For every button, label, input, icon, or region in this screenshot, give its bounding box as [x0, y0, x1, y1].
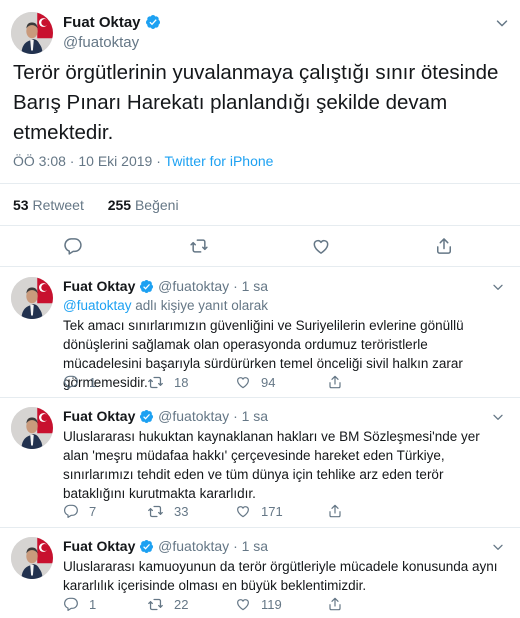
like-button[interactable]: 171: [235, 503, 283, 519]
share-icon: [327, 596, 343, 612]
like-button[interactable]: 119: [235, 596, 282, 612]
reply-button[interactable]: 7: [63, 503, 96, 519]
reply-actions: 1 22 119: [63, 596, 483, 614]
chevron-down-icon[interactable]: [493, 14, 511, 32]
divider: [0, 397, 520, 398]
chevron-down-icon[interactable]: [490, 539, 506, 555]
retweet-count: 53: [13, 197, 29, 213]
chevron-down-icon[interactable]: [490, 409, 506, 425]
author-block: Fuat Oktay @fuatoktay: [63, 14, 161, 51]
divider: [0, 266, 520, 267]
reply-author-handle[interactable]: @fuatoktay: [158, 408, 229, 424]
tweet-source[interactable]: Twitter for iPhone: [165, 153, 274, 169]
verified-icon: [139, 409, 154, 424]
divider: [0, 527, 520, 528]
retweet-count: 33: [174, 504, 189, 519]
verified-icon: [139, 539, 154, 554]
retweet-stat[interactable]: 53 Retweet: [13, 197, 84, 213]
author-handle[interactable]: @fuatoktay: [63, 34, 161, 51]
like-count: 119: [261, 596, 282, 612]
chevron-down-icon[interactable]: [490, 279, 506, 295]
share-button[interactable]: [327, 503, 343, 519]
retweet-icon: [147, 596, 164, 613]
reply-header: Fuat Oktay @fuatoktay · 1 sa: [63, 278, 268, 294]
avatar[interactable]: [11, 537, 53, 579]
replying-suffix: adlı kişiye yanıt olarak: [131, 298, 269, 313]
reply-age[interactable]: · 1 sa: [233, 538, 268, 554]
share-icon: [327, 503, 343, 519]
retweet-button[interactable]: 18: [147, 374, 188, 391]
reply-tweet[interactable]: Fuat Oktay @fuatoktay · 1 sa Uluslararas…: [0, 407, 520, 527]
replying-to: @fuatoktay adlı kişiye yanıt olarak: [63, 298, 268, 313]
reply-age[interactable]: · 1 sa: [233, 278, 268, 294]
avatar[interactable]: [11, 407, 53, 449]
like-count: 255: [107, 197, 132, 213]
avatar[interactable]: [11, 277, 53, 319]
tweet-meta: ÖÖ 3:08 · 10 Eki 2019 · Twitter for iPho…: [13, 153, 273, 169]
reply-text: Uluslararası hukuktan kaynaklanan haklar…: [63, 429, 480, 501]
retweet-label: Retweet: [32, 197, 84, 213]
share-icon[interactable]: [434, 236, 454, 256]
reply-count: 7: [89, 503, 97, 519]
reply-count: 1: [89, 374, 97, 390]
reply-count: 1: [89, 596, 97, 612]
reply-header: Fuat Oktay @fuatoktay · 1 sa: [63, 538, 268, 554]
tweet-text: Terör örgütlerinin yuvalanmaya çalıştığı…: [13, 61, 499, 144]
share-button[interactable]: [327, 596, 343, 612]
share-button[interactable]: [327, 374, 343, 390]
divider: [0, 183, 520, 184]
reply-button[interactable]: 1: [63, 596, 96, 612]
retweet-icon[interactable]: [189, 236, 209, 256]
reply-header: Fuat Oktay @fuatoktay · 1 sa: [63, 408, 268, 424]
reply-author-handle[interactable]: @fuatoktay: [158, 538, 229, 554]
reply-text: Uluslararası kamuoyunun da terör örgütle…: [63, 559, 498, 593]
retweet-count: 22: [174, 597, 189, 612]
reply-age[interactable]: · 1 sa: [233, 408, 268, 424]
divider: [0, 225, 520, 226]
replying-mention[interactable]: @fuatoktay: [63, 298, 132, 313]
reply-author-name[interactable]: Fuat Oktay: [63, 278, 135, 294]
verified-icon: [145, 14, 161, 30]
tweet-timestamp[interactable]: ÖÖ 3:08 · 10 Eki 2019 ·: [13, 153, 165, 169]
like-icon[interactable]: [311, 236, 331, 256]
author-name[interactable]: Fuat Oktay: [63, 14, 141, 31]
retweet-button[interactable]: 22: [147, 596, 188, 613]
like-count: 94: [261, 374, 276, 390]
reply-icon[interactable]: [63, 236, 83, 256]
like-label: Beğeni: [134, 197, 179, 213]
reply-tweet[interactable]: Fuat Oktay @fuatoktay · 1 sa Uluslararas…: [0, 537, 520, 618]
share-icon: [327, 374, 343, 390]
retweet-count: 18: [174, 375, 189, 390]
reply-actions: 7 33 171: [63, 503, 483, 521]
reply-tweet[interactable]: Fuat Oktay @fuatoktay · 1 sa @fuatoktay …: [0, 277, 520, 397]
like-count: 171: [261, 503, 283, 519]
reply-author-name[interactable]: Fuat Oktay: [63, 538, 135, 554]
retweet-icon: [147, 503, 164, 520]
reply-icon: [63, 374, 79, 390]
like-icon: [235, 374, 251, 390]
like-icon: [235, 503, 251, 519]
avatar[interactable]: [11, 12, 53, 54]
reply-icon: [63, 503, 79, 519]
retweet-button[interactable]: 33: [147, 503, 188, 520]
reply-author-name[interactable]: Fuat Oktay: [63, 408, 135, 424]
like-icon: [235, 596, 251, 612]
reply-actions: 1 18 94: [63, 374, 483, 392]
verified-icon: [139, 279, 154, 294]
like-button[interactable]: 94: [235, 374, 275, 390]
retweet-icon: [147, 374, 164, 391]
tweet-stats: 53 Retweet 255 Beğeni: [13, 197, 179, 213]
like-stat[interactable]: 255 Beğeni: [108, 197, 179, 213]
reply-icon: [63, 596, 79, 612]
tweet-actions: [0, 236, 520, 258]
reply-button[interactable]: 1: [63, 374, 96, 390]
reply-author-handle[interactable]: @fuatoktay: [158, 278, 229, 294]
